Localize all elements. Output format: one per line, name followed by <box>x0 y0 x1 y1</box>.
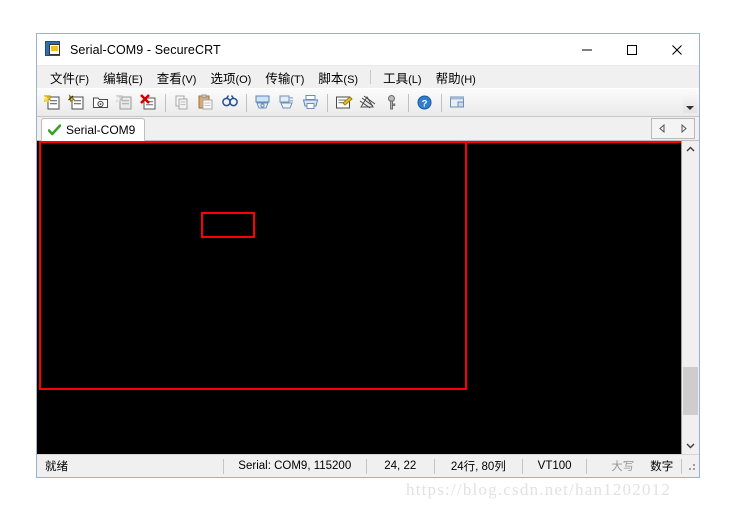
status-cursor-position: 24, 22 <box>384 460 417 472</box>
menu-bar: 文件 (F) 编辑 (E) 查看 (V) 选项 (O) 传输 (T) 脚本 (S) 工具 (L… <box>37 66 699 88</box>
print-icon[interactable] <box>299 91 323 114</box>
menu-item-tools[interactable]: 工具 (L) <box>376 66 428 89</box>
paste-icon[interactable] <box>194 91 218 114</box>
watermark-text: https://blog.csdn.net/han1202012 <box>406 480 672 499</box>
menu-item-transfer-key: (T) <box>290 73 305 86</box>
status-emulation: VT100 <box>537 460 572 472</box>
menu-item-file-key: (F) <box>75 73 90 86</box>
resize-grip[interactable] <box>684 459 697 473</box>
annotation-box-selection <box>201 212 255 238</box>
menu-item-edit-key: (E) <box>128 73 143 86</box>
menu-item-script[interactable]: 脚本 (S) <box>311 66 365 89</box>
terminal-scrollbar[interactable] <box>681 141 699 454</box>
menu-item-help-key: (H) <box>460 73 476 86</box>
session-options-icon[interactable] <box>332 91 356 114</box>
reconnect-icon[interactable] <box>113 91 137 114</box>
scroll-up-button[interactable] <box>682 141 699 158</box>
log-session-icon[interactable] <box>275 91 299 114</box>
menu-item-transfer[interactable]: 传输 (T) <box>258 66 311 89</box>
toolbar-divider <box>165 93 166 112</box>
menu-item-help-name: 帮助 <box>435 71 461 86</box>
tab-next-button[interactable] <box>673 120 694 137</box>
disconnect-icon[interactable] <box>137 91 161 114</box>
status-ready: 就绪 <box>45 461 68 473</box>
scrollbar-track[interactable] <box>682 158 699 437</box>
tab-prev-button[interactable] <box>652 120 673 137</box>
svg-text:?: ? <box>422 98 428 109</box>
new-session-icon[interactable] <box>41 91 65 114</box>
menu-item-tools-key: (L) <box>408 73 422 86</box>
maximize-button[interactable] <box>609 34 654 65</box>
toolbar-divider <box>408 93 409 112</box>
print-screen-icon[interactable] <box>251 91 275 114</box>
find-icon[interactable] <box>218 91 242 114</box>
tab-label: Serial-COM9 <box>66 122 136 137</box>
toolbar: ? <box>37 88 699 117</box>
connect-sftp-icon[interactable] <box>65 91 89 114</box>
terminal-area: ##### Select the fuction #####[1] Flash … <box>37 141 699 454</box>
menu-item-help[interactable]: 帮助 (H) <box>429 66 483 89</box>
menu-item-script-name: 脚本 <box>318 71 344 86</box>
toolbar-overflow-chevron-icon[interactable] <box>683 91 697 113</box>
menu-item-edit-name: 编辑 <box>103 71 129 86</box>
tab-serial-com9[interactable]: Serial-COM9 <box>41 118 146 141</box>
menu-item-view-name: 查看 <box>156 71 182 86</box>
tab-bar: Serial-COM9 <box>37 117 699 141</box>
title-bar: Serial-COM9 - SecureCRT <box>37 34 699 66</box>
menu-item-options[interactable]: 选项 (O) <box>203 66 258 89</box>
window-controls <box>564 34 699 65</box>
annotation-underline <box>41 141 681 143</box>
status-caps-indicator: 大写 <box>611 461 635 473</box>
status-bar: 就绪 Serial: COM9, 115200 24, 22 24行, 80列 … <box>37 454 699 477</box>
status-num-indicator: 数字 <box>650 461 674 473</box>
menu-divider <box>370 70 372 84</box>
help-icon[interactable]: ? <box>413 91 437 114</box>
status-screen-size: 24行, 80列 <box>450 461 506 473</box>
menu-item-options-key: (O) <box>235 73 252 86</box>
menu-item-view-key: (V) <box>181 73 197 86</box>
screenshot-root: Serial-COM9 - SecureCRT 文件 (F) 编辑 (E) 查看… <box>0 0 736 507</box>
menu-item-edit[interactable]: 编辑 (E) <box>96 66 150 89</box>
global-options-icon[interactable] <box>356 91 380 114</box>
terminal-output[interactable]: ##### Select the fuction #####[1] Flash … <box>37 141 41 454</box>
menu-item-file-name: 文件 <box>50 71 76 86</box>
status-divider <box>681 458 683 474</box>
menu-item-tools-name: 工具 <box>383 71 409 86</box>
status-connection: Serial: COM9, 115200 <box>238 460 352 472</box>
tab-nav-controls <box>651 118 695 139</box>
toolbar-divider <box>327 93 328 112</box>
annotation-box-main <box>39 141 467 390</box>
minimize-button[interactable] <box>564 34 609 65</box>
connected-check-icon <box>48 123 61 136</box>
key-icon[interactable] <box>380 91 404 114</box>
securecrt-window: Serial-COM9 - SecureCRT 文件 (F) 编辑 (E) 查看… <box>36 33 700 478</box>
menu-item-options-name: 选项 <box>210 71 236 86</box>
window-title: Serial-COM9 - SecureCRT <box>70 42 221 57</box>
scrollbar-thumb[interactable] <box>683 367 698 415</box>
status-spacer <box>587 455 603 477</box>
menu-item-transfer-name: 传输 <box>265 71 291 86</box>
toolbar-divider <box>441 93 442 112</box>
scroll-down-button[interactable] <box>682 437 699 454</box>
menu-item-view[interactable]: 查看 (V) <box>150 66 204 89</box>
menu-item-script-key: (S) <box>343 73 359 86</box>
securecrt-icon <box>45 41 62 58</box>
toolbar-divider <box>246 93 247 112</box>
connect-local-shell-icon[interactable] <box>89 91 113 114</box>
menu-item-file[interactable]: 文件 (F) <box>43 66 96 89</box>
copy-icon[interactable] <box>170 91 194 114</box>
close-button[interactable] <box>654 34 699 65</box>
window-arrange-icon[interactable] <box>446 91 470 114</box>
